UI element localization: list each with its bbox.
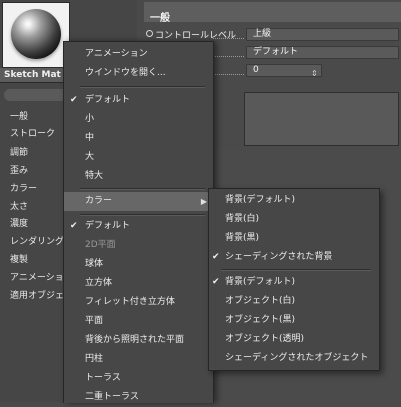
menu-item-label: ウインドウを開く... [85,68,166,78]
menu-separator [221,269,371,271]
menu-item-label: シェーディングされたオブジェクト [225,353,369,363]
stepper-icon[interactable]: ⇕ [311,69,318,78]
menu-separator [80,86,205,88]
menu-item-size-small[interactable]: 小 [64,110,213,129]
submenu-item-bg-default[interactable]: 背景(デフォルト) [209,191,379,210]
menu-item-size-large[interactable]: 大 [64,148,213,167]
control-level-label: コントロールレベル [155,31,237,41]
menu-item-label: 円柱 [85,354,104,364]
left-item-duplicate[interactable]: 複製 [10,252,28,269]
menu-item-label: デフォルト [85,95,131,105]
menu-item-animation[interactable]: アニメーション [64,45,213,64]
menu-item-plane[interactable]: 平面 [64,312,213,331]
dotted-leader [213,56,244,57]
left-item-general[interactable]: 一般 [10,109,28,126]
submenu-item-object-transparent[interactable]: オブジェクト(透明) [209,330,379,349]
check-icon: ✔ [70,221,78,231]
menu-item-torus[interactable]: トーラス [64,369,213,388]
menu-item-label: 立方体 [85,278,113,288]
submenu-item-object-shaded[interactable]: シェーディングされたオブジェクト [209,349,379,368]
context-menu: アニメーション ウインドウを開く... ✔ デフォルト 小 中 大 特大 カラー… [63,41,214,403]
dotted-leader [213,38,244,39]
menu-item-size-default[interactable]: ✔ デフォルト [64,91,213,110]
submenu-item-bg-shaded[interactable]: ✔ シェーディングされた背景 [209,248,379,267]
check-icon: ✔ [212,277,220,287]
menu-item-open-window[interactable]: ウインドウを開く... [64,64,213,83]
control-level-radio[interactable] [146,30,153,37]
menu-item-label: カラー [85,196,113,206]
section-title: 一般 [150,13,170,24]
menu-item-label: 特大 [85,171,104,181]
menu-item-label: 小 [85,114,95,124]
menu-item-2d-plane: 2D平面 [64,236,213,255]
submenu-item-object-black[interactable]: オブジェクト(黒) [209,311,379,330]
submenu-item-object-default[interactable]: ✔ 背景(デフォルト) [209,273,379,292]
left-item-density[interactable]: 濃度 [10,216,28,233]
check-icon: ✔ [70,95,78,105]
menu-item-label: オブジェクト(白) [225,296,296,306]
menu-item-backlit-plane[interactable]: 背後から照明された平面 [64,331,213,350]
menu-item-label: 背景(デフォルト) [225,277,296,287]
menu-item-label: 球体 [85,259,104,269]
menu-item-size-medium[interactable]: 中 [64,129,213,148]
material-preview-sphere [11,9,61,59]
menu-item-label: 背後から照明された平面 [85,335,185,345]
menu-item-double-torus[interactable]: 二重トーラス [64,388,213,407]
preset-dropdown[interactable]: デフォルト [246,46,399,59]
left-item-distortion[interactable]: 歪み [10,163,28,180]
left-item-rendering[interactable]: レンダリング [10,234,64,251]
left-item-thickness[interactable]: 太さ [10,199,28,216]
menu-item-label: トーラス [85,373,121,383]
submenu-item-bg-black[interactable]: 背景(黒) [209,229,379,248]
preview-area [244,92,399,146]
menu-item-label: 背景(黒) [225,233,260,243]
menu-item-sphere[interactable]: 球体 [64,255,213,274]
menu-item-label: 背景(白) [225,214,260,224]
menu-item-label: 平面 [85,316,104,326]
dotted-leader [213,74,244,75]
menu-item-label: フィレット付き立方体 [85,297,175,307]
menu-item-label: 背景(デフォルト) [225,195,296,205]
left-item-adjust[interactable]: 調節 [10,145,28,162]
section-header [144,2,401,22]
check-icon: ✔ [212,252,220,262]
menu-item-label: 中 [85,133,95,143]
submenu-arrow-icon: ▶ [200,197,207,206]
menu-item-label: 大 [85,152,95,162]
color-submenu: 背景(デフォルト) 背景(白) 背景(黒) ✔ シェーディングされた背景 ✔ 背… [208,188,380,371]
menu-separator [80,188,205,190]
left-item-color[interactable]: カラー [10,181,37,198]
left-item-stroke[interactable]: ストローク [10,126,55,143]
menu-item-label: 2D平面 [85,240,116,250]
submenu-item-bg-white[interactable]: 背景(白) [209,210,379,229]
material-thumbnail[interactable] [2,2,70,68]
menu-item-label: オブジェクト(透明) [225,334,305,344]
menu-item-label: アニメーション [85,49,148,59]
menu-item-cube[interactable]: 立方体 [64,274,213,293]
menu-item-shape-default[interactable]: ✔ デフォルト [64,217,213,236]
menu-item-filleted-cube[interactable]: フィレット付き立方体 [64,293,213,312]
menu-item-label: オブジェクト(黒) [225,315,296,325]
submenu-item-object-white[interactable]: オブジェクト(白) [209,292,379,311]
menu-item-color[interactable]: カラー ▶ [64,192,213,211]
control-level-dropdown[interactable]: 上級 [246,28,399,41]
menu-item-label: 二重トーラス [85,392,139,402]
menu-separator [80,214,205,216]
menu-item-cylinder[interactable]: 円柱 [64,350,213,369]
menu-item-label: デフォルト [85,221,131,231]
menu-item-size-xlarge[interactable]: 特大 [64,167,213,186]
menu-item-label: シェーディングされた背景 [225,252,333,262]
